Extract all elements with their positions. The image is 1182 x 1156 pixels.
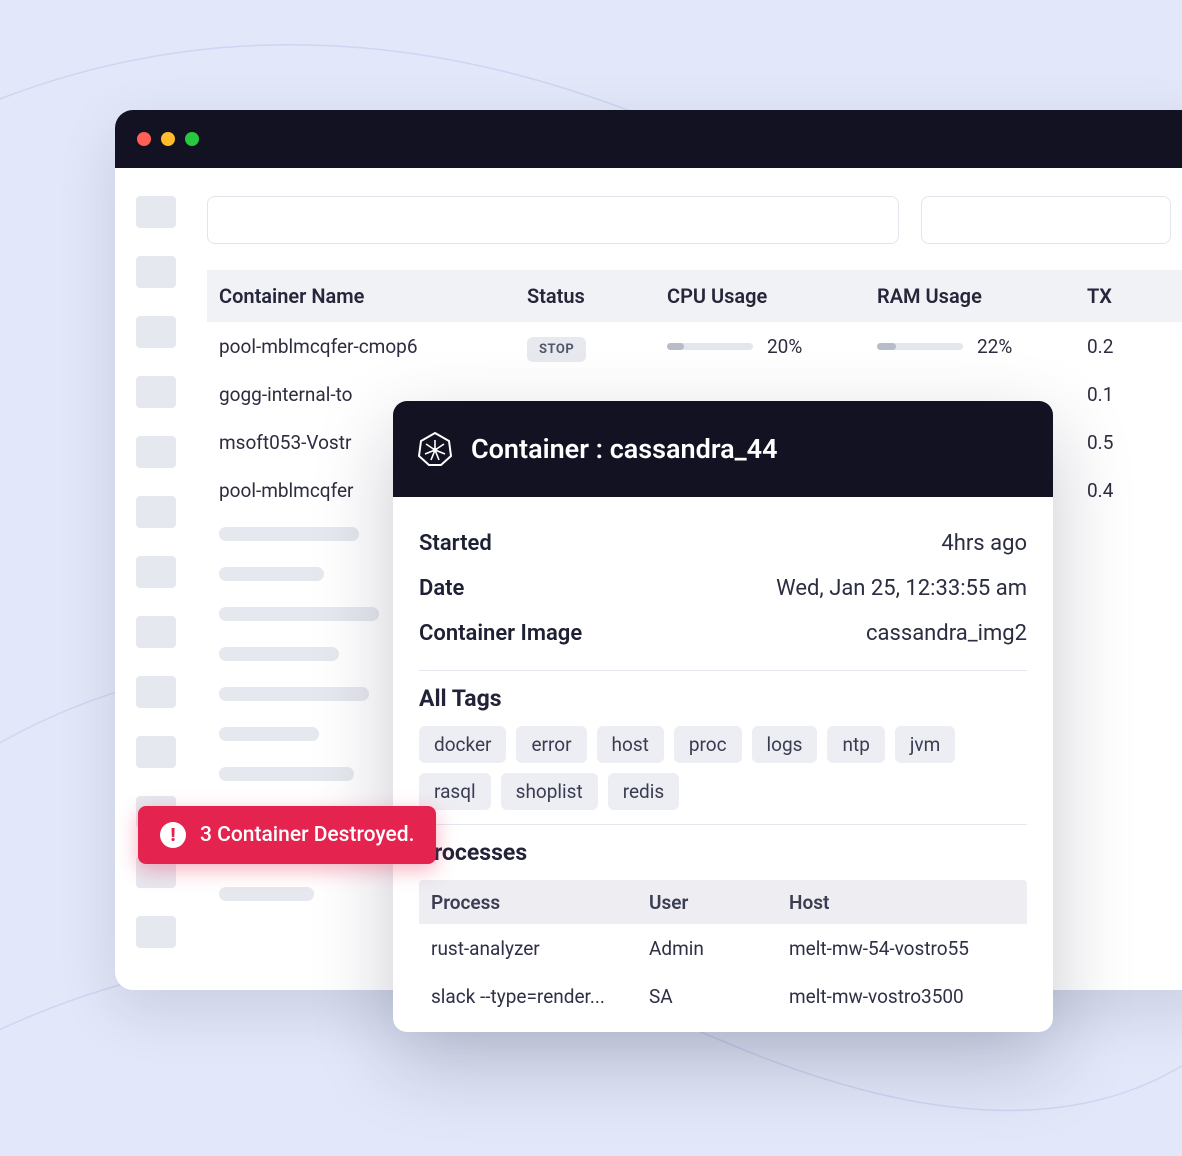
tag[interactable]: docker (419, 726, 506, 763)
col-header-tx[interactable]: TX (1087, 284, 1167, 308)
sidebar-item[interactable] (136, 316, 176, 348)
sidebar-item[interactable] (136, 556, 176, 588)
container-detail-panel: Container : cassandra_44 Started 4hrs ag… (393, 401, 1053, 1032)
process-user: Admin (649, 937, 789, 960)
alert-text: 3 Container Destroyed. (200, 823, 414, 847)
divider (419, 670, 1027, 671)
process-name: rust-analyzer (419, 937, 649, 960)
sidebar-item[interactable] (136, 616, 176, 648)
tags-section-title: All Tags (419, 685, 1027, 712)
status-badge: STOP (527, 337, 586, 362)
tag[interactable]: redis (608, 773, 679, 810)
cpu-value: 20% (767, 335, 802, 358)
process-row[interactable]: slack --type=render... SA melt-mw-vostro… (419, 972, 1027, 1020)
image-value: cassandra_img2 (866, 621, 1027, 646)
tags-list: docker error host proc logs ntp jvm rasq… (419, 726, 1027, 810)
sidebar-item[interactable] (136, 196, 176, 228)
sidebar-item[interactable] (136, 736, 176, 768)
sidebar-item[interactable] (136, 496, 176, 528)
tag[interactable]: proc (674, 726, 742, 763)
process-host: melt-mw-vostro3500 (789, 985, 1027, 1008)
process-host: melt-mw-54-vostro55 (789, 937, 1027, 960)
ram-bar (877, 343, 963, 350)
sidebar-item[interactable] (136, 256, 176, 288)
cpu-bar (667, 343, 753, 350)
sidebar-item[interactable] (136, 676, 176, 708)
started-value: 4hrs ago (941, 531, 1027, 556)
titlebar (115, 110, 1182, 168)
image-label: Container Image (419, 621, 582, 646)
sidebar-item[interactable] (136, 436, 176, 468)
tag[interactable]: error (516, 726, 586, 763)
tag[interactable]: rasql (419, 773, 491, 810)
tag[interactable]: shoplist (501, 773, 598, 810)
kubernetes-icon (417, 431, 453, 467)
col-header-ram[interactable]: RAM Usage (877, 284, 1087, 308)
maximize-window-button[interactable] (185, 132, 199, 146)
sidebar-item[interactable] (136, 376, 176, 408)
detail-title: Container : cassandra_44 (471, 433, 778, 465)
sidebar (115, 168, 197, 990)
process-row[interactable]: rust-analyzer Admin melt-mw-54-vostro55 (419, 924, 1027, 972)
alert-toast[interactable]: ! 3 Container Destroyed. (138, 806, 436, 864)
date-label: Date (419, 576, 464, 601)
traffic-lights (137, 132, 199, 146)
processes-section-title: Processes (419, 839, 1027, 866)
detail-header: Container : cassandra_44 (393, 401, 1053, 497)
proc-col-user[interactable]: User (649, 891, 789, 914)
proc-col-host[interactable]: Host (789, 891, 1027, 914)
tx-value: 0.5 (1087, 431, 1167, 454)
tag[interactable]: host (597, 726, 664, 763)
tx-value: 0.2 (1087, 335, 1167, 358)
minimize-window-button[interactable] (161, 132, 175, 146)
divider (419, 824, 1027, 825)
tag[interactable]: jvm (895, 726, 955, 763)
close-window-button[interactable] (137, 132, 151, 146)
table-row[interactable]: pool-mblmcqfer-cmop6 STOP 20% 22% (207, 322, 1182, 370)
process-user: SA (649, 985, 789, 1008)
col-header-status[interactable]: Status (527, 284, 667, 308)
process-table: Process User Host rust-analyzer Admin me… (419, 880, 1027, 1020)
col-header-name[interactable]: Container Name (207, 284, 527, 308)
proc-col-process[interactable]: Process (419, 891, 649, 914)
tx-value: 0.1 (1087, 383, 1167, 406)
tag[interactable]: ntp (827, 726, 884, 763)
col-header-cpu[interactable]: CPU Usage (667, 284, 877, 308)
date-value: Wed, Jan 25, 12:33:55 am (776, 576, 1027, 601)
tx-value: 0.4 (1087, 479, 1167, 502)
search-input[interactable] (207, 196, 899, 244)
tag[interactable]: logs (752, 726, 818, 763)
started-label: Started (419, 531, 492, 556)
alert-icon: ! (160, 822, 186, 848)
process-name: slack --type=render... (419, 985, 649, 1008)
filter-input[interactable] (921, 196, 1171, 244)
container-name: pool-mblmcqfer-cmop6 (207, 335, 527, 358)
ram-value: 22% (977, 335, 1012, 358)
sidebar-item[interactable] (136, 916, 176, 948)
